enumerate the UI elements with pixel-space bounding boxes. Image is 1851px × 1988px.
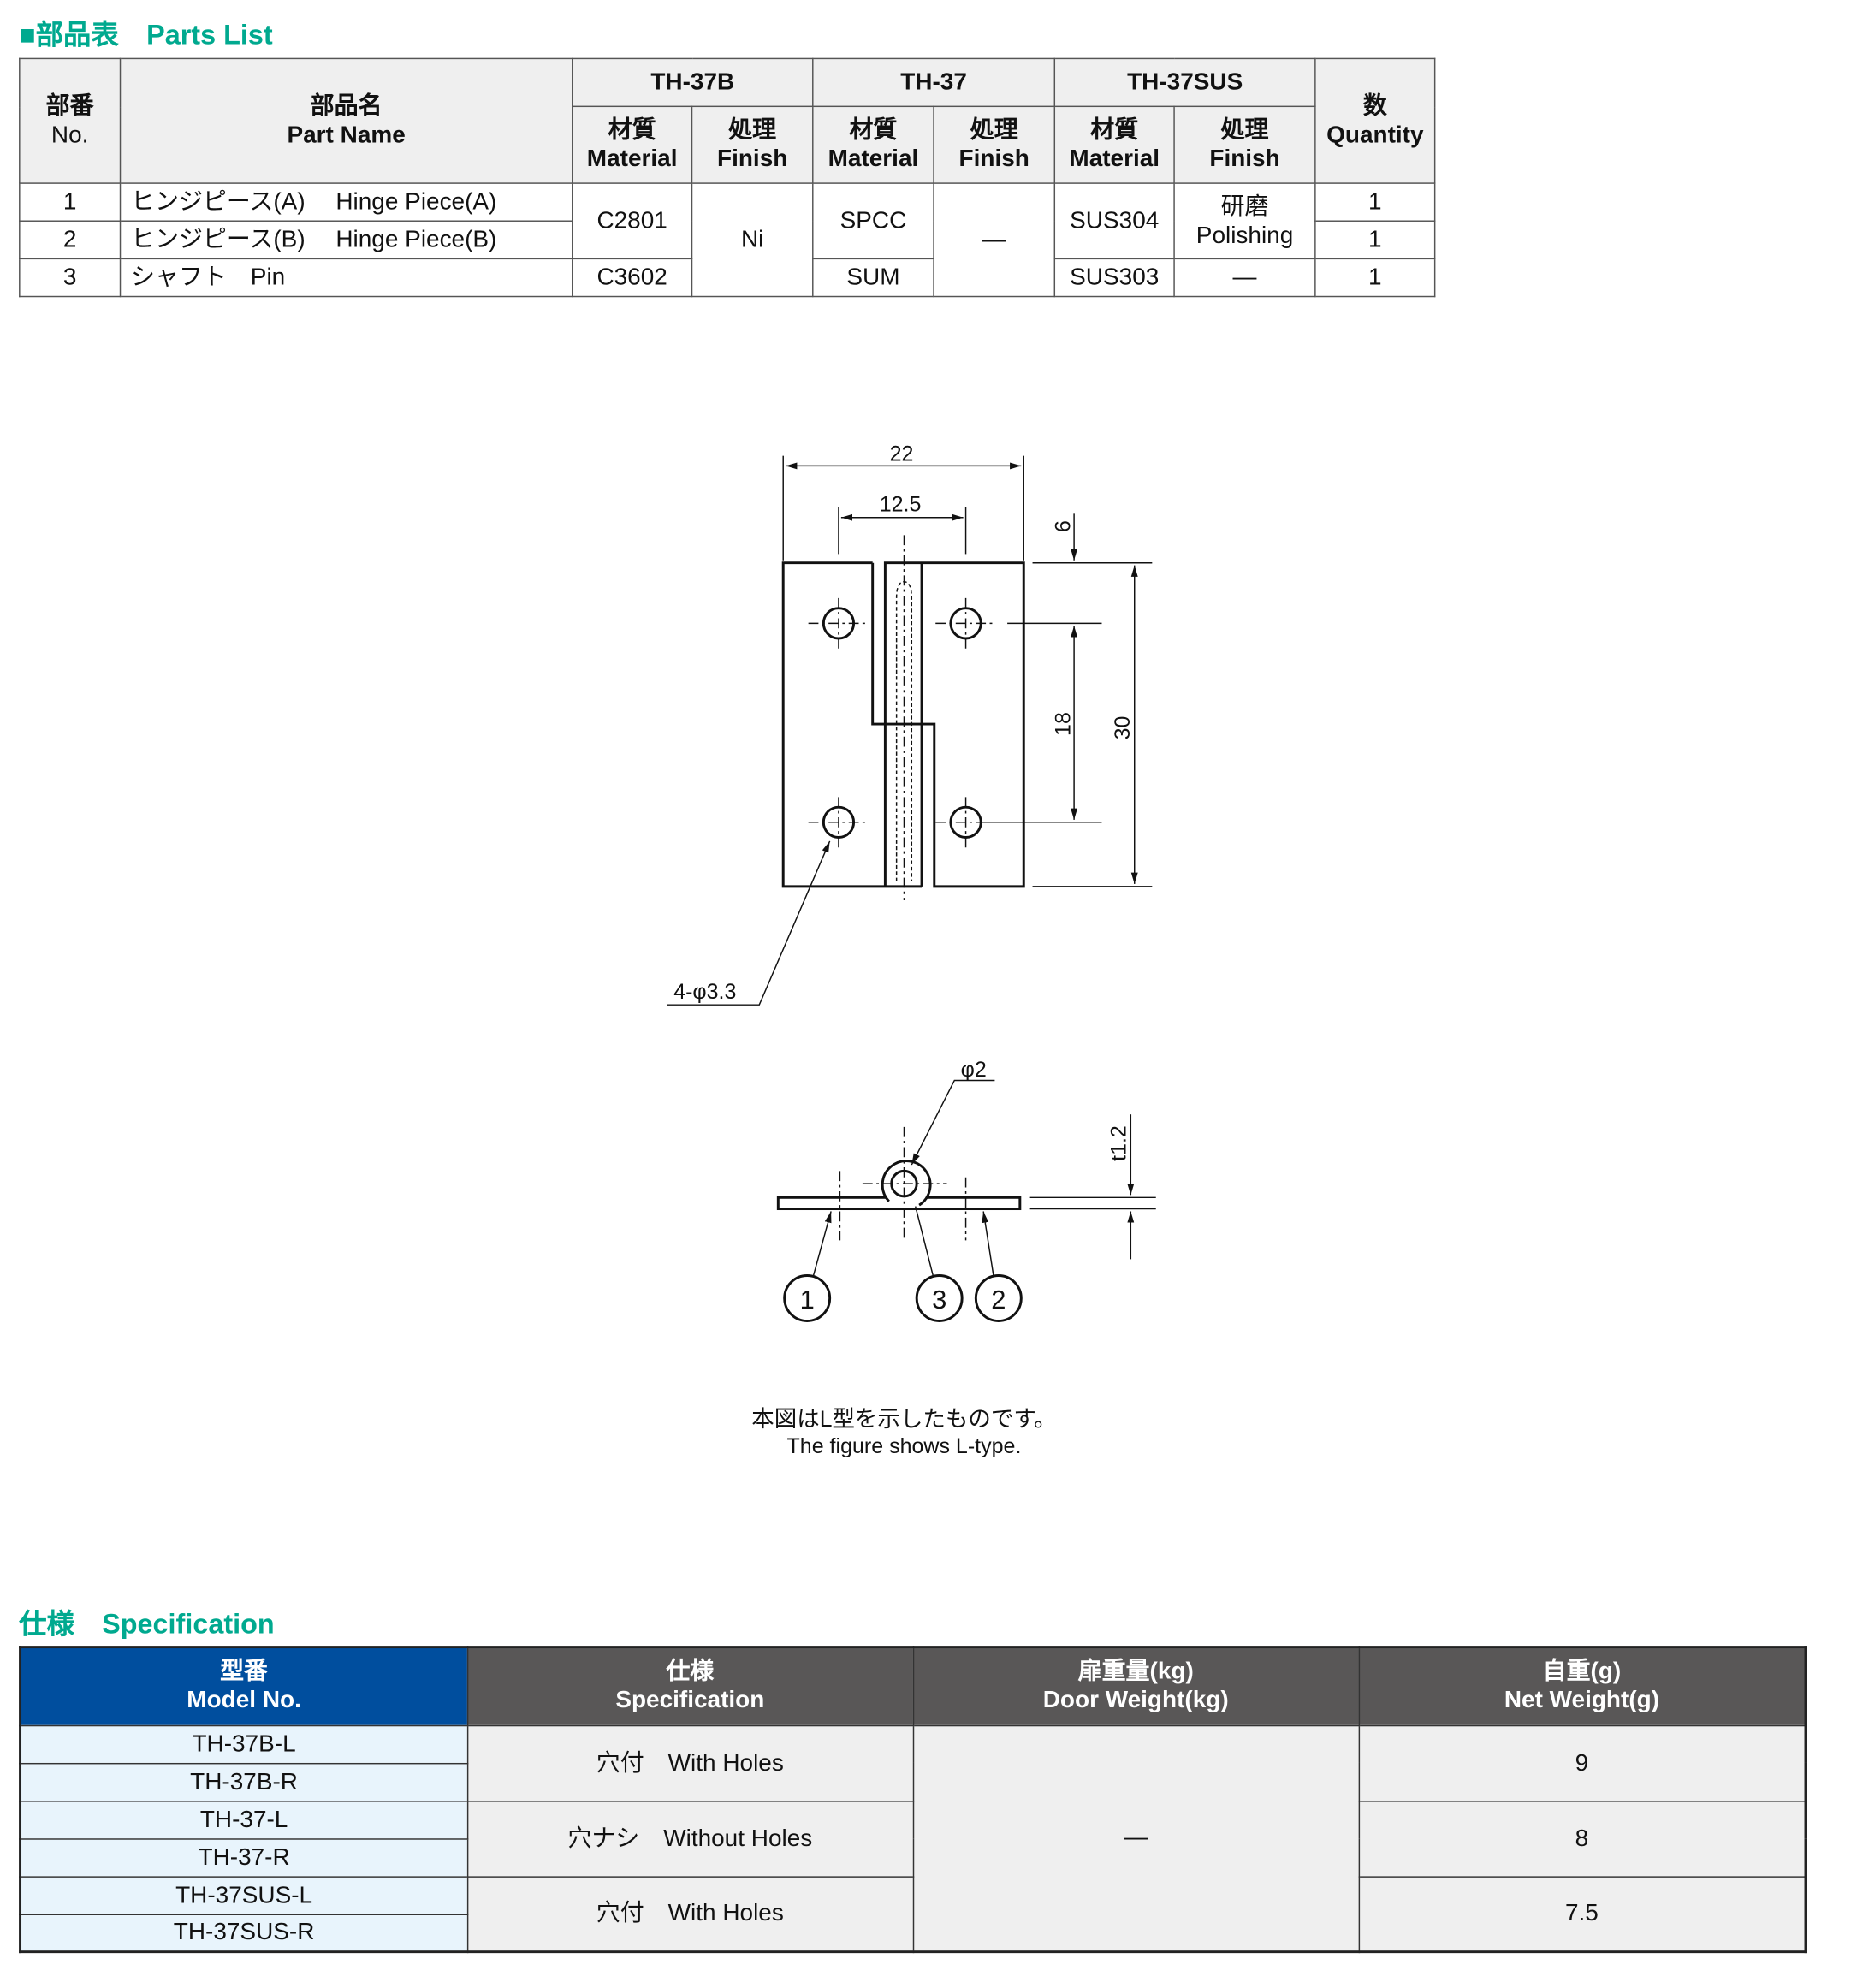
caption-jp: 本図はL型を示したものです。 bbox=[751, 1406, 1057, 1432]
balloon-2: 2 bbox=[991, 1285, 1006, 1314]
side-center-lines bbox=[839, 1126, 967, 1241]
header-model: 型番 Model No. bbox=[19, 1646, 468, 1726]
spec-cell: 穴ナシ Without Holes bbox=[466, 1800, 914, 1878]
model-cell: TH-37-R bbox=[19, 1837, 468, 1878]
table-row: TH-37B-L 穴付 With Holes — 9 bbox=[19, 1724, 1807, 1953]
hole-callout: 4-φ3.3 bbox=[673, 980, 736, 1004]
table-row: TH-37SUS-L 穴付 With Holes 7.5 bbox=[19, 1875, 1807, 1953]
hinge-side-view bbox=[776, 1160, 1022, 1211]
model-cell: TH-37SUS-L bbox=[19, 1875, 468, 1915]
model-cell: TH-37SUS-R bbox=[19, 1913, 468, 1953]
pin-diameter: φ2 bbox=[961, 1058, 987, 1082]
spec-title: 仕様 Specification bbox=[19, 1607, 275, 1640]
hinge-drawing: 22 12.5 6 18 30 4-φ3.3 φ2 t1.2 1 3 2 bbox=[667, 442, 1156, 1322]
header-spec: 仕様 Specification bbox=[466, 1646, 914, 1726]
thickness-dim: t1.2 bbox=[1106, 1125, 1130, 1161]
model-cell: TH-37B-L bbox=[19, 1724, 468, 1764]
dim-12-5: 12.5 bbox=[880, 492, 922, 516]
balloon-3: 3 bbox=[932, 1285, 946, 1314]
net-weight-cell: 7.5 bbox=[1357, 1875, 1807, 1953]
dimension-lines bbox=[667, 455, 1153, 1006]
door-weight-cell: — bbox=[912, 1724, 1360, 1953]
caption-en: The figure shows L-type. bbox=[786, 1433, 1022, 1458]
balloon-1: 1 bbox=[800, 1285, 815, 1314]
center-lines bbox=[808, 535, 996, 901]
spec-cell: 穴付 With Holes bbox=[466, 1724, 914, 1801]
dim-30: 30 bbox=[1111, 716, 1135, 740]
dim-6: 6 bbox=[1052, 520, 1076, 532]
model-cell: TH-37B-R bbox=[19, 1762, 468, 1801]
spec-table: 型番 Model No. 仕様 Specification 扉重量(kg) Door … bbox=[19, 1646, 1807, 1954]
net-weight-cell: 8 bbox=[1357, 1800, 1807, 1878]
table-row: TH-37-L 穴ナシ Without Holes 8 bbox=[19, 1800, 1807, 1878]
net-weight-cell: 9 bbox=[1357, 1724, 1807, 1801]
spec-cell: 穴付 With Holes bbox=[466, 1875, 914, 1953]
header-net-weight: 自重(g) Net Weight(g) bbox=[1357, 1646, 1807, 1726]
dim-18: 18 bbox=[1052, 712, 1076, 736]
header-door-weight: 扉重量(kg) Door Weight(kg) bbox=[912, 1646, 1360, 1726]
model-cell: TH-37-L bbox=[19, 1800, 468, 1839]
dim-22: 22 bbox=[890, 442, 914, 466]
